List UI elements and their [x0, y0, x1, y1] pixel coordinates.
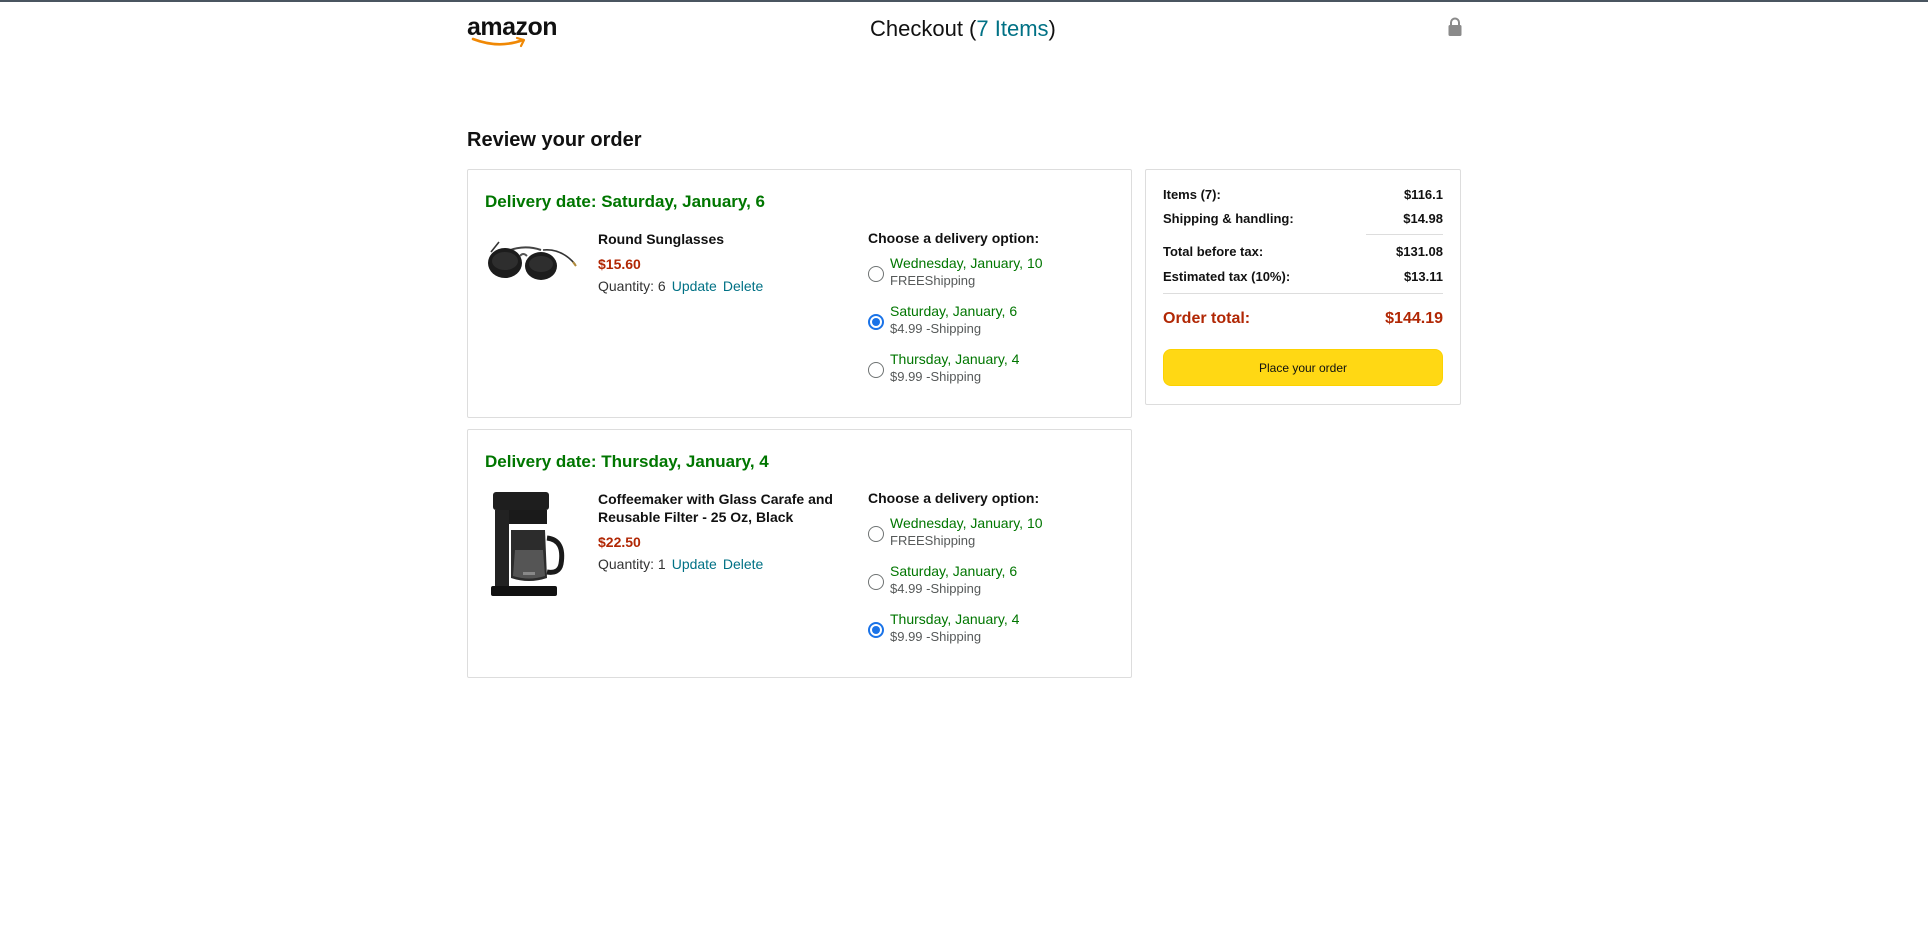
delivery-option-shipping: FREEShipping — [890, 273, 976, 288]
delivery-option-radio[interactable] — [868, 622, 884, 638]
logo-smile-icon — [471, 36, 526, 48]
item-info: Coffeemaker with Glass Carafe and Reusab… — [598, 490, 838, 572]
item-quantity: Quantity: 1 — [598, 556, 666, 572]
item-quantity-row: Quantity: 6 Update Delete — [598, 278, 838, 294]
checkout-header: amazon Checkout (7 Items) — [0, 0, 1928, 60]
summary-shipping-label: Shipping & handling: — [1163, 211, 1294, 226]
summary-before-tax-label: Total before tax: — [1163, 244, 1264, 259]
delivery-option-date: Saturday, January, 6 — [890, 303, 1018, 319]
checkout-prefix: Checkout ( — [870, 16, 977, 41]
item-info: Round Sunglasses $15.60 Quantity: 6 Updat… — [598, 230, 838, 294]
delivery-option-radio[interactable] — [868, 314, 884, 330]
summary-items-value: $116.1 — [1403, 187, 1443, 202]
sunglasses-image — [488, 241, 577, 280]
delivery-options-heading: Choose a delivery option: — [868, 490, 1040, 506]
summary-tax-label: Estimated tax (10%): — [1163, 269, 1291, 284]
delivery-options-heading: Choose a delivery option: — [868, 230, 1040, 246]
order-total-row: Order total: $144.19 — [1163, 310, 1443, 328]
delivery-option[interactable]: Wednesday, January, 10 FREEShipping — [868, 254, 1118, 294]
summary-shipping-row: Shipping & handling: $14.98 — [1163, 211, 1443, 229]
item-quantity-row: Quantity: 1 Update Delete — [598, 556, 838, 572]
shipment-card: Delivery date: Saturday, January, 6 Roun… — [467, 169, 1132, 418]
coffeemaker-image — [491, 492, 565, 596]
delivery-option-date: Thursday, January, 4 — [890, 351, 1020, 367]
delivery-options: Choose a delivery option: Wednesday, Jan… — [868, 490, 1118, 658]
lock-icon — [1448, 17, 1462, 36]
checkout-title: Checkout (7 Items) — [870, 15, 1056, 43]
page-heading: Review your order — [467, 129, 642, 151]
delivery-option-date: Thursday, January, 4 — [890, 611, 1020, 627]
checkout-suffix: ) — [1048, 16, 1056, 41]
amazon-logo[interactable]: amazon — [467, 14, 559, 50]
item-quantity: Quantity: 6 — [598, 278, 666, 294]
delivery-option-radio[interactable] — [868, 266, 884, 282]
order-total-value: $144.19 — [1385, 310, 1443, 327]
delivery-option-date: Wednesday, January, 10 — [890, 515, 1043, 531]
item-price: $15.60 — [598, 256, 641, 272]
summary-items-row: Items (7): $116.1 — [1163, 187, 1443, 205]
summary-items-label: Items (7): — [1163, 187, 1221, 202]
delivery-option[interactable]: Thursday, January, 4 $9.99 -Shipping — [868, 610, 1118, 650]
delivery-option-date: Saturday, January, 6 — [890, 563, 1018, 579]
summary-shipping-value: $14.98 — [1403, 211, 1443, 226]
summary-tax-row: Estimated tax (10%): $13.11 — [1163, 269, 1443, 287]
order-summary: Items (7): $116.1 Shipping & handling: $… — [1145, 169, 1461, 405]
summary-before-tax-row: Total before tax: $131.08 — [1163, 244, 1443, 262]
place-order-button[interactable]: Place your order — [1163, 349, 1443, 386]
checkout-item-count-link[interactable]: 7 Items — [976, 16, 1048, 41]
delivery-option-shipping: $9.99 -Shipping — [890, 369, 982, 384]
summary-tax-value: $13.11 — [1403, 269, 1443, 284]
order-total-label: Order total: — [1163, 310, 1251, 327]
delivery-option-shipping: $4.99 -Shipping — [890, 321, 982, 336]
summary-divider — [1163, 293, 1443, 294]
delivery-option-radio[interactable] — [868, 574, 884, 590]
summary-divider — [1366, 234, 1443, 235]
delivery-option-date: Wednesday, January, 10 — [890, 255, 1043, 271]
delivery-option[interactable]: Saturday, January, 6 $4.99 -Shipping — [868, 562, 1118, 602]
delivery-option-radio[interactable] — [868, 526, 884, 542]
delivery-option-shipping: FREEShipping — [890, 533, 976, 548]
item-price: $22.50 — [598, 534, 641, 550]
delivery-option-radio[interactable] — [868, 362, 884, 378]
delete-link[interactable]: Delete — [723, 556, 763, 572]
update-link[interactable]: Update — [672, 278, 717, 294]
update-link[interactable]: Update — [672, 556, 717, 572]
delivery-date: Delivery date: Saturday, January, 6 — [485, 192, 765, 211]
delivery-option[interactable]: Thursday, January, 4 $9.99 -Shipping — [868, 350, 1118, 390]
item-title: Coffeemaker with Glass Carafe and Reusab… — [598, 491, 833, 525]
delivery-date: Delivery date: Thursday, January, 4 — [485, 452, 769, 471]
summary-before-tax-value: $131.08 — [1396, 244, 1443, 259]
delivery-option-shipping: $9.99 -Shipping — [890, 629, 982, 644]
delivery-option[interactable]: Saturday, January, 6 $4.99 -Shipping — [868, 302, 1118, 342]
shipment-card: Delivery date: Thursday, January, 4 Coff… — [467, 429, 1132, 678]
delete-link[interactable]: Delete — [723, 278, 763, 294]
delivery-option[interactable]: Wednesday, January, 10 FREEShipping — [868, 514, 1118, 554]
delivery-option-shipping: $4.99 -Shipping — [890, 581, 982, 596]
delivery-options: Choose a delivery option: Wednesday, Jan… — [868, 230, 1118, 398]
item-title: Round Sunglasses — [598, 231, 725, 247]
